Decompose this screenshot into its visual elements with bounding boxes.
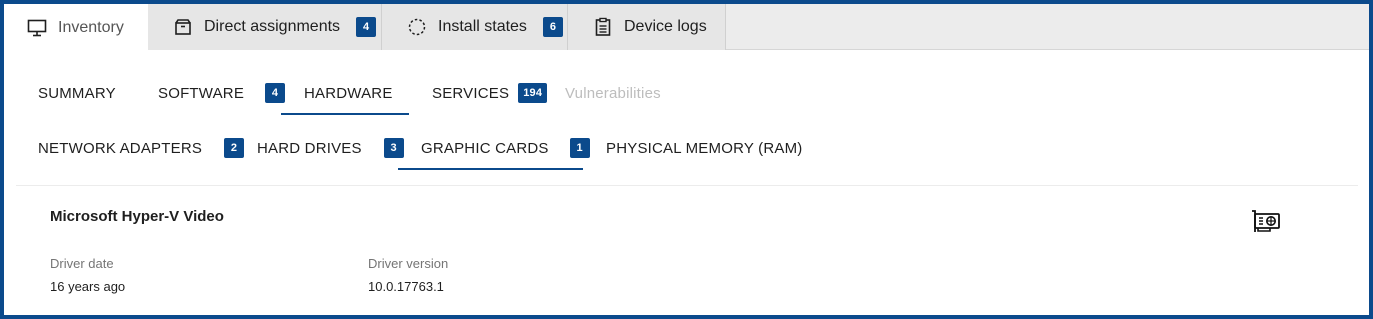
progress-circle-icon <box>406 16 428 38</box>
driver-version-label: Driver version <box>368 256 449 271</box>
tab-inventory[interactable]: Inventory <box>4 4 148 51</box>
count-badge: 4 <box>356 17 377 37</box>
tab-vulnerabilities: Vulnerabilities <box>565 73 661 113</box>
tab-direct-assignments[interactable]: Direct assignments 4 <box>148 4 382 50</box>
tab-label: Vulnerabilities <box>565 84 661 102</box>
tab-hard-drives[interactable]: HARD DRIVES 3 <box>257 128 404 168</box>
graphics-card-icon <box>1250 208 1282 236</box>
tab-label: SOFTWARE <box>158 84 245 102</box>
window-frame: Inventory Direct assignments 4 Install s… <box>0 0 1373 319</box>
monitor-icon <box>26 17 48 39</box>
tab-software[interactable]: SOFTWARE 4 <box>158 73 286 113</box>
tab-label: NETWORK ADAPTERS <box>38 139 203 157</box>
tab-summary[interactable]: SUMMARY <box>38 73 116 113</box>
tab-label: Install states <box>438 18 527 35</box>
count-badge: 4 <box>265 83 286 103</box>
tab-label: SUMMARY <box>38 84 116 102</box>
tab-label: SERVICES <box>432 84 510 102</box>
tab-network-adapters[interactable]: NETWORK ADAPTERS 2 <box>38 128 245 168</box>
device-title: Microsoft Hyper-V Video <box>50 208 224 225</box>
tab-label: HARDWARE <box>304 84 393 102</box>
tab-label: Direct assignments <box>204 18 341 35</box>
tab-device-logs[interactable]: Device logs <box>568 4 726 50</box>
section-divider <box>16 185 1358 186</box>
driver-date-value: 16 years ago <box>50 279 126 294</box>
active-tab-indicator <box>281 113 409 115</box>
driver-version-value: 10.0.17763.1 <box>368 279 444 294</box>
active-subtab-indicator <box>398 168 583 170</box>
tab-graphic-cards[interactable]: GRAPHIC CARDS 1 <box>421 128 590 168</box>
count-badge: 6 <box>542 17 563 37</box>
tab-label: GRAPHIC CARDS <box>421 139 549 157</box>
count-badge: 1 <box>569 138 590 158</box>
tab-hardware[interactable]: HARDWARE <box>304 73 393 113</box>
count-badge: 3 <box>383 138 404 158</box>
tab-physical-memory[interactable]: PHYSICAL MEMORY (RAM) <box>606 128 802 168</box>
count-badge: 2 <box>224 138 245 158</box>
tab-label: Device logs <box>624 18 707 35</box>
tab-label: HARD DRIVES <box>257 139 362 157</box>
driver-date-label: Driver date <box>50 256 114 271</box>
tab-label: PHYSICAL MEMORY (RAM) <box>606 139 803 157</box>
top-tab-bar: Inventory Direct assignments 4 Install s… <box>4 4 1369 51</box>
package-icon <box>172 16 194 38</box>
tab-label: Inventory <box>58 18 124 36</box>
count-badge: 194 <box>518 83 548 103</box>
tab-install-states[interactable]: Install states 6 <box>382 4 568 50</box>
clipboard-icon <box>592 16 614 38</box>
tab-services[interactable]: SERVICES 194 <box>432 73 548 113</box>
